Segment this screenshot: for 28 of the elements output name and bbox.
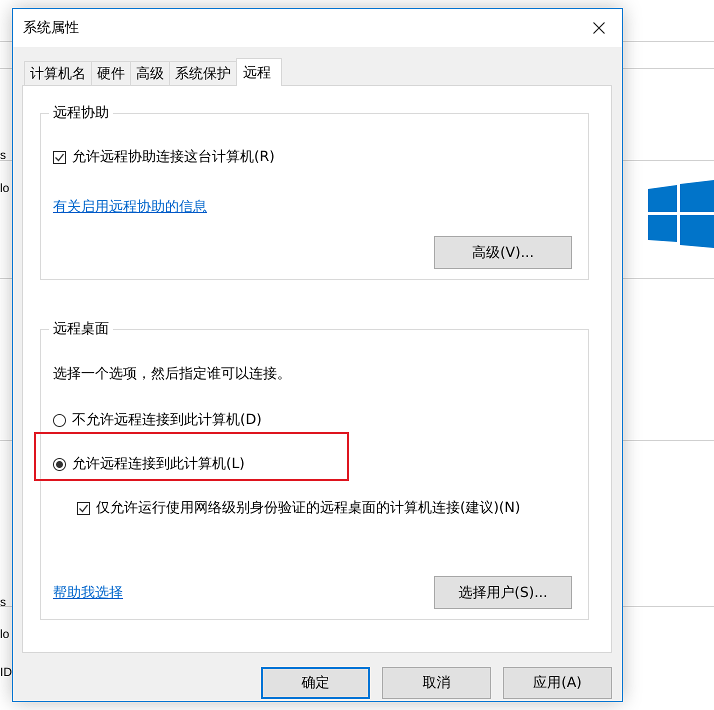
checkbox[interactable] <box>53 150 66 164</box>
tab[interactable]: 计算机名 <box>24 61 92 85</box>
dialog-button[interactable]: 应用(A) <box>503 667 612 699</box>
background-text: ID <box>0 665 12 679</box>
background-text: lo <box>0 627 10 641</box>
radio-button[interactable] <box>53 458 66 470</box>
info-link[interactable]: 有关启用远程协助的信息 <box>53 198 207 216</box>
window-title: 系统属性 <box>23 19 79 37</box>
advanced-button[interactable]: 高级(V)... <box>434 236 572 269</box>
select-users-button[interactable]: 选择用户(S)... <box>434 576 572 609</box>
background-text: s <box>0 148 6 162</box>
windows-logo-icon <box>648 180 714 250</box>
tab[interactable]: 远程 <box>236 58 282 86</box>
dialog-button[interactable]: 确定 <box>261 667 370 699</box>
background-text: s <box>0 595 6 609</box>
group-title: 远程协助 <box>52 104 110 122</box>
checkbox-label: 仅允许运行使用网络级别身份验证的远程桌面的计算机连接(建议)(N) <box>96 499 520 517</box>
radio-button[interactable] <box>53 414 66 426</box>
close-icon <box>593 22 605 34</box>
instruction-text: 选择一个选项，然后指定谁可以连接。 <box>53 365 292 383</box>
checkbox-label: 允许远程协助连接这台计算机(R) <box>72 148 275 166</box>
group-title: 远程桌面 <box>52 320 110 338</box>
radio-label: 不允许远程连接到此计算机(D) <box>72 411 262 429</box>
help-link[interactable]: 帮助我选择 <box>53 584 123 602</box>
checkbox[interactable] <box>77 502 90 514</box>
background-text: lo <box>0 181 10 195</box>
radio-label: 允许远程连接到此计算机(L) <box>72 455 245 473</box>
dialog-button[interactable]: 取消 <box>382 667 491 699</box>
